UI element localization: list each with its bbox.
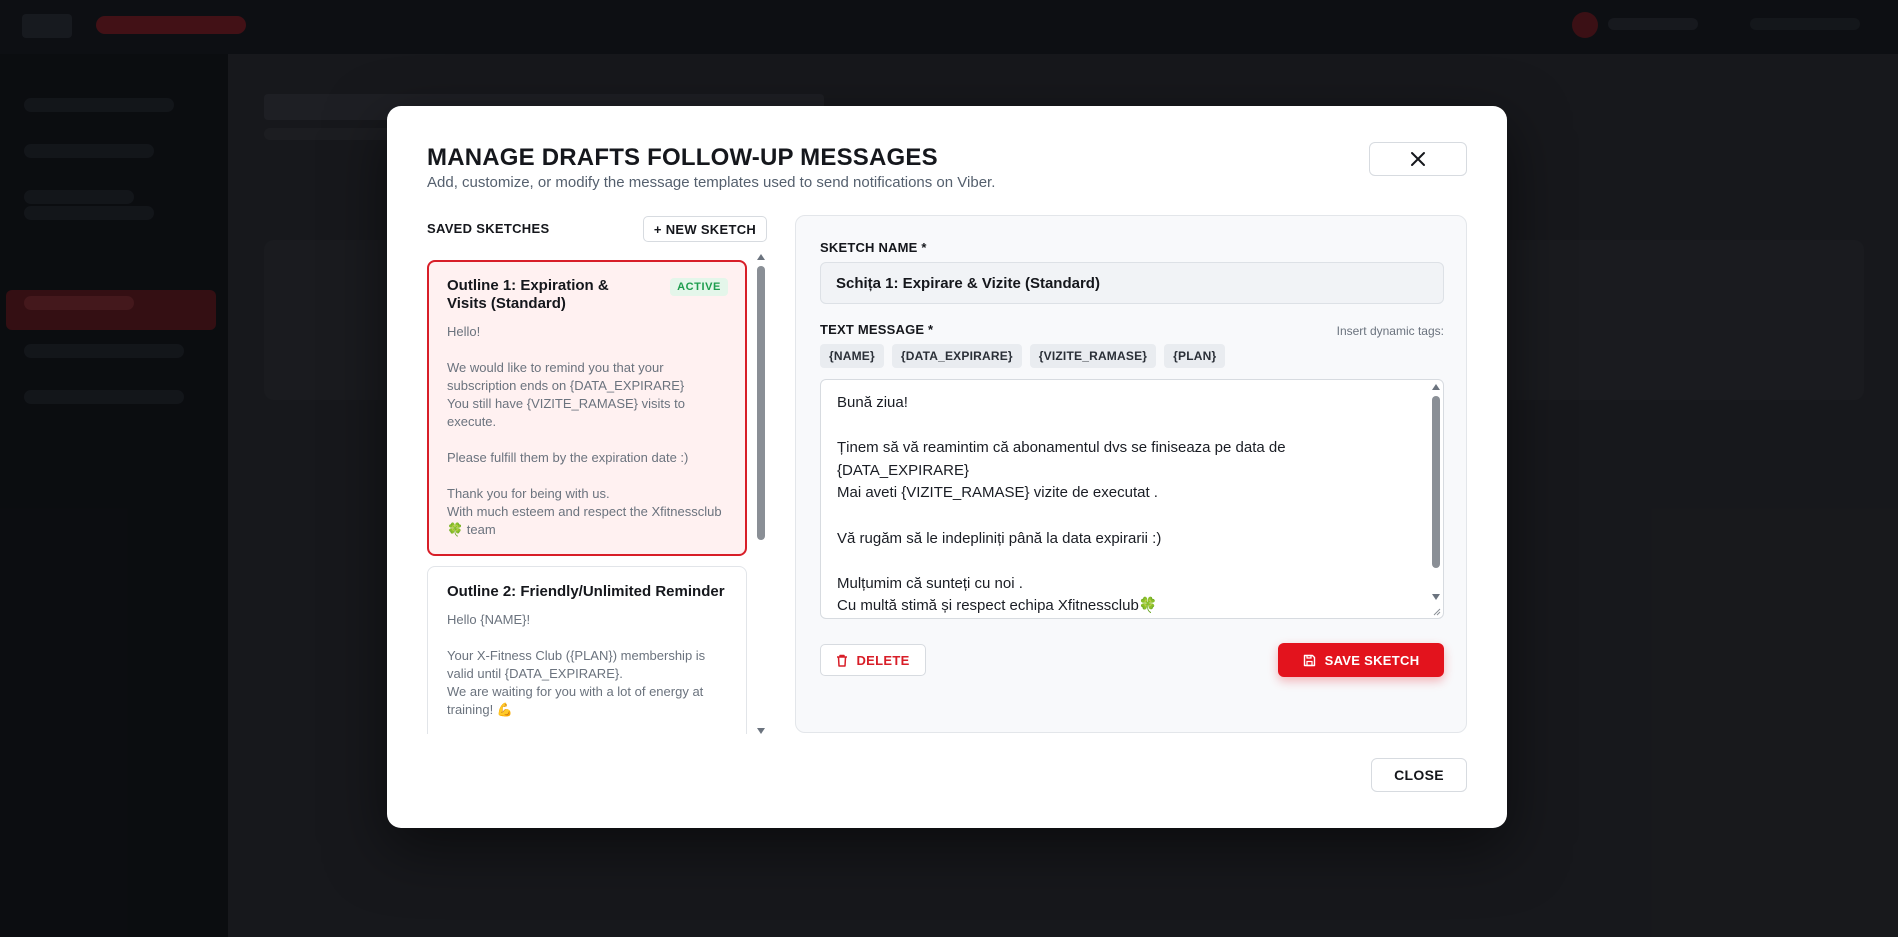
scroll-up-arrow-icon[interactable] [757, 254, 765, 260]
sketch-card-title: Outline 2: Friendly/Unlimited Reminder [447, 583, 725, 600]
message-textarea[interactable]: Bună ziua! Ținem să vă reamintim că abon… [820, 379, 1444, 619]
manage-drafts-modal: MANAGE DRAFTS FOLLOW-UP MESSAGES Add, cu… [387, 106, 1507, 828]
save-label: SAVE SKETCH [1324, 652, 1420, 668]
floppy-disk-icon [1303, 654, 1315, 666]
close-icon [1411, 152, 1425, 166]
insert-tags-hint: Insert dynamic tags: [1336, 324, 1444, 338]
sketch-card-title: Outline 1: Expiration & Visits (Standard… [447, 277, 609, 312]
sketch-name-input[interactable] [820, 262, 1444, 304]
delete-sketch-button[interactable]: DELETE [820, 644, 926, 676]
sketch-card-active[interactable]: Outline 1: Expiration & Visits (Standard… [427, 260, 747, 556]
sketch-card-preview: Hello {NAME}! Your X-Fitness Club ({PLAN… [447, 612, 706, 717]
footer-close-button[interactable]: CLOSE [1371, 758, 1467, 792]
sketch-name-label: SKETCH NAME * [820, 240, 927, 255]
sketch-list-scrollbar[interactable] [755, 254, 767, 734]
modal-subtitle: Add, customize, or modify the message te… [427, 174, 996, 191]
textarea-scrollbar[interactable] [1431, 384, 1441, 616]
sketch-editor-panel: SKETCH NAME * TEXT MESSAGE * Insert dyna… [795, 215, 1467, 733]
sketch-list[interactable]: Outline 1: Expiration & Visits (Standard… [427, 254, 747, 734]
new-sketch-button[interactable]: + NEW SKETCH [643, 216, 767, 242]
modal-close-button[interactable] [1369, 142, 1467, 176]
scroll-down-arrow-icon[interactable] [757, 728, 765, 734]
save-sketch-button[interactable]: SAVE SKETCH [1278, 643, 1444, 677]
tag-name[interactable]: {NAME} [820, 344, 884, 368]
tag-vizite-ramase[interactable]: {VIZITE_RAMASE} [1029, 344, 1157, 368]
resize-handle-icon[interactable] [1431, 606, 1441, 616]
sketch-list-container: Outline 1: Expiration & Visits (Standard… [427, 254, 767, 840]
tag-plan[interactable]: {PLAN} [1164, 344, 1226, 368]
delete-label: DELETE [856, 652, 910, 668]
scroll-thumb[interactable] [757, 266, 765, 540]
scroll-thumb[interactable] [1432, 396, 1440, 568]
active-badge: ACTIVE [670, 278, 728, 296]
modal-title: MANAGE DRAFTS FOLLOW-UP MESSAGES [427, 144, 938, 171]
scroll-up-arrow-icon[interactable] [1432, 384, 1440, 390]
text-message-label: TEXT MESSAGE * [820, 322, 934, 337]
sketch-card[interactable]: Outline 2: Friendly/Unlimited Reminder H… [427, 566, 747, 734]
message-text[interactable]: Bună ziua! Ținem să vă reamintim că abon… [837, 392, 1417, 618]
saved-sketches-heading: SAVED SKETCHES [427, 221, 550, 236]
trash-icon [837, 654, 848, 667]
scroll-down-arrow-icon[interactable] [1432, 594, 1440, 600]
sketch-card-preview: Hello! We would like to remind you that … [447, 324, 722, 537]
dynamic-tags: {NAME} {DATA_EXPIRARE} {VIZITE_RAMASE} {… [820, 344, 1226, 368]
tag-data-expirare[interactable]: {DATA_EXPIRARE} [891, 344, 1022, 368]
